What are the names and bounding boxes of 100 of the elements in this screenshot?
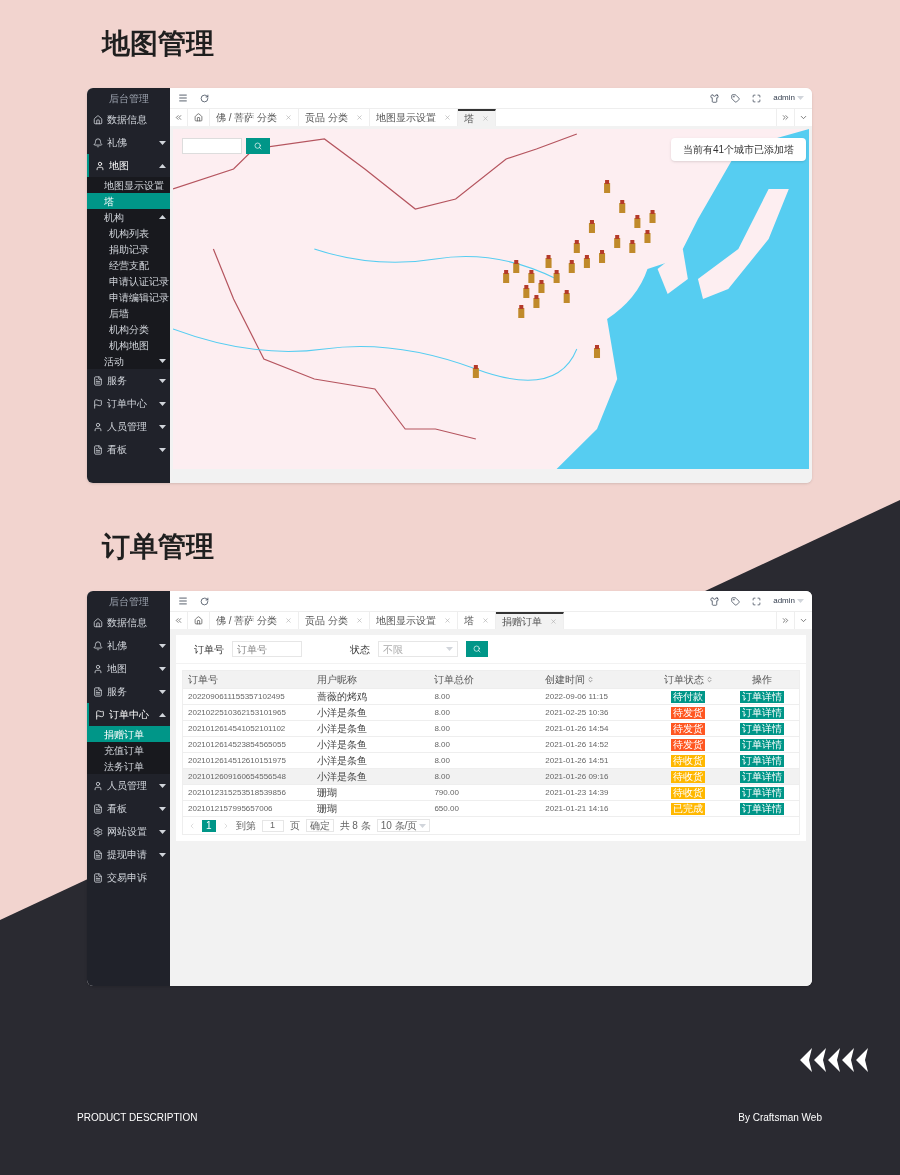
close-icon[interactable] xyxy=(443,114,451,121)
menu-item[interactable]: 礼佛 xyxy=(87,131,170,154)
scroll-left-icon[interactable] xyxy=(174,616,183,625)
order-details-button[interactable]: 订单详情 xyxy=(740,786,784,799)
table-cell-text: 8.00 xyxy=(433,738,451,751)
user-menu[interactable]: admin xyxy=(773,595,804,607)
document-icon xyxy=(93,872,103,883)
order-details-button[interactable]: 订单详情 xyxy=(740,754,784,767)
submenu-item[interactable]: 机构列表 xyxy=(87,225,170,241)
submenu-item[interactable]: 机构地图 xyxy=(87,337,170,353)
close-icon[interactable] xyxy=(549,618,557,625)
scroll-left-icon[interactable] xyxy=(174,113,183,122)
close-icon[interactable] xyxy=(443,617,451,624)
close-icon[interactable] xyxy=(285,617,293,624)
map-drawing[interactable] xyxy=(173,129,809,469)
bell-icon xyxy=(93,640,103,651)
previous-page-icon[interactable] xyxy=(188,821,196,830)
table-row[interactable]: 2021012614541052101102 小洋是条鱼 8.00 2021-01-26 14:54 待发货 订单详情 xyxy=(183,720,799,736)
order-details-button[interactable]: 订单详情 xyxy=(740,706,784,719)
sort-icon[interactable] xyxy=(705,676,713,683)
user-menu[interactable]: admin xyxy=(773,92,804,104)
bell-icon xyxy=(93,137,103,148)
page-size-select[interactable]: 10 条/页 xyxy=(376,819,431,832)
order-details-button[interactable]: 订单详情 xyxy=(740,770,784,783)
tag-icon[interactable] xyxy=(731,596,741,606)
menu-item[interactable]: 数据信息 xyxy=(87,108,170,131)
refresh-icon[interactable] xyxy=(200,93,209,103)
search-button[interactable] xyxy=(246,138,270,154)
status-badge: 待收货 xyxy=(671,786,706,799)
refresh-icon[interactable] xyxy=(200,596,209,606)
fullscreen-icon[interactable] xyxy=(752,93,762,103)
table-cell-text: 2021-01-23 14:39 xyxy=(544,786,610,799)
table-row[interactable]: 2022090611155357102495 蔷薇的烤鸡 8.00 2022-09-06 11:15 待付款 订单详情 xyxy=(183,688,799,704)
home-icon[interactable] xyxy=(194,113,203,122)
close-icon[interactable] xyxy=(355,617,363,624)
menu-item[interactable]: 人员管理 xyxy=(87,415,170,438)
menu-icon[interactable] xyxy=(178,93,188,103)
menu-item[interactable]: 人员管理 xyxy=(87,774,170,797)
menu-item[interactable]: 交易申诉 xyxy=(87,866,170,889)
table-cell-text: 2021022510362153101965 xyxy=(187,706,287,719)
menu-item[interactable]: 地图 xyxy=(87,657,170,680)
submenu-item[interactable]: 机构 xyxy=(87,209,170,225)
page-tab[interactable]: 捐赠订单 xyxy=(495,612,564,629)
chevron-down-icon[interactable] xyxy=(799,113,808,122)
brand-title: 后台管理 xyxy=(107,91,150,106)
scroll-right-icon[interactable] xyxy=(781,616,790,625)
menu-item[interactable]: 看板 xyxy=(87,797,170,820)
table-row[interactable]: 2021012157995657006 珊瑚 650.00 2021-01-21 14:16 已完成 订单详情 xyxy=(183,800,799,816)
search-field[interactable] xyxy=(182,138,242,154)
person-icon xyxy=(93,780,103,791)
menu-item[interactable]: 服务 xyxy=(87,680,170,703)
page-field[interactable]: 1 xyxy=(261,819,284,832)
table-row[interactable]: 2021012614523854565055 小洋是条鱼 8.00 2021-01-26 14:52 待发货 订单详情 xyxy=(183,736,799,752)
shirt-icon[interactable] xyxy=(710,93,720,103)
submenu-item[interactable]: 后墙 xyxy=(87,305,170,321)
page-number[interactable]: 1 xyxy=(202,819,216,832)
order-details-button[interactable]: 订单详情 xyxy=(740,690,784,703)
table-cell-text: 650.00 xyxy=(433,802,460,815)
order-details-button[interactable]: 订单详情 xyxy=(740,722,784,735)
submenu-item[interactable]: 经营支配 xyxy=(87,257,170,273)
fullscreen-icon[interactable] xyxy=(752,596,762,606)
submenu-item[interactable]: 充值订单 xyxy=(87,742,170,758)
menu-item[interactable]: 订单中心 xyxy=(87,392,170,415)
menu-item[interactable]: 数据信息 xyxy=(87,611,170,634)
menu-item[interactable]: 看板 xyxy=(87,438,170,461)
submenu-item[interactable]: 申请编辑记录 xyxy=(87,289,170,305)
submenu-item[interactable]: 捐助记录 xyxy=(87,241,170,257)
table-row[interactable]: 2021022510362153101965 小洋是条鱼 8.00 2021-02-25 10:36 待发货 订单详情 xyxy=(183,704,799,720)
submenu-item[interactable]: 活动 xyxy=(87,353,170,369)
sort-icon[interactable] xyxy=(587,676,595,683)
order-number-field[interactable]: 订单号 xyxy=(232,641,302,657)
close-icon[interactable] xyxy=(285,114,293,121)
menu-item[interactable]: 网站设置 xyxy=(87,820,170,843)
submenu-item[interactable]: 捐赠订单 xyxy=(87,726,170,742)
table-row[interactable]: 2021012609160654556548 小洋是条鱼 8.00 2021-01-26 09:16 待收货 订单详情 xyxy=(183,768,799,784)
menu-icon[interactable] xyxy=(178,596,188,606)
submenu-item[interactable]: 地图显示设置 xyxy=(87,177,170,193)
table-cell-text: 2021012315253518539856 xyxy=(187,786,287,799)
home-icon[interactable] xyxy=(194,616,203,625)
page-tab[interactable]: 塔 xyxy=(457,109,496,126)
scroll-right-icon[interactable] xyxy=(781,113,790,122)
close-icon[interactable] xyxy=(481,617,489,624)
order-details-button[interactable]: 订单详情 xyxy=(740,738,784,751)
table-row[interactable]: 2021012315253518539856 珊瑚 790.00 2021-01-23 14:39 待收货 订单详情 xyxy=(183,784,799,800)
submenu-item[interactable]: 机构分类 xyxy=(87,321,170,337)
menu-item[interactable]: 服务 xyxy=(87,369,170,392)
submenu-item[interactable]: 申请认证记录 xyxy=(87,273,170,289)
close-icon[interactable] xyxy=(481,115,489,122)
submenu-item[interactable]: 法务订单 xyxy=(87,758,170,774)
menu-item[interactable]: 礼佛 xyxy=(87,634,170,657)
confirm-button[interactable]: 确定 xyxy=(305,819,334,832)
order-details-button[interactable]: 订单详情 xyxy=(740,802,784,815)
chevron-down-icon[interactable] xyxy=(799,616,808,625)
person-icon xyxy=(93,663,103,674)
close-icon[interactable] xyxy=(355,114,363,121)
submenu-item[interactable]: 塔 xyxy=(87,193,170,209)
menu-item[interactable]: 提现申请 xyxy=(87,843,170,866)
tag-icon[interactable] xyxy=(731,93,741,103)
search-button[interactable] xyxy=(466,641,488,657)
shirt-icon[interactable] xyxy=(710,596,720,606)
